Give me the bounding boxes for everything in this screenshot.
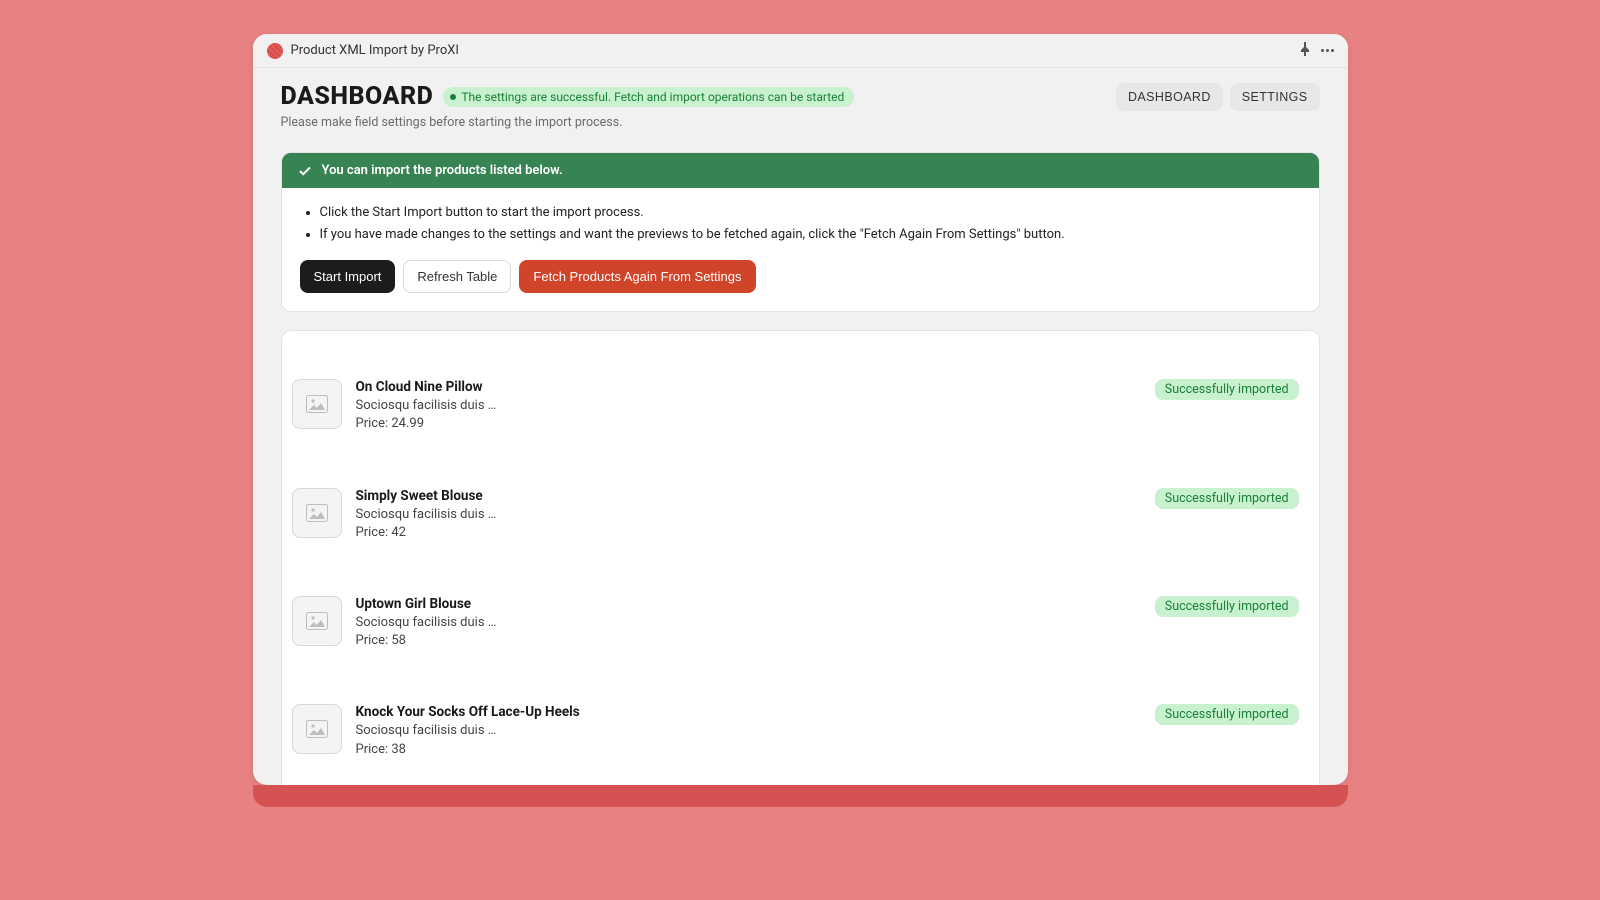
- action-row: Start Import Refresh Table Fetch Product…: [300, 260, 1301, 293]
- product-description: Sociosqu facilisis duis …: [356, 614, 1141, 632]
- status-badge: The settings are successful. Fetch and i…: [443, 87, 854, 107]
- product-info: On Cloud Nine Pillow Sociosqu facilisis d…: [356, 379, 1141, 433]
- product-status-badge: Successfully imported: [1155, 596, 1299, 617]
- image-placeholder-icon: [292, 379, 342, 429]
- product-price: Price: 38: [356, 741, 1141, 759]
- header-row: DASHBOARD The settings are successful. F…: [281, 82, 1320, 111]
- panel-body: Click the Start Import button to start t…: [282, 188, 1319, 311]
- start-import-button[interactable]: Start Import: [300, 260, 396, 293]
- app-name: Product XML Import by ProXI: [291, 43, 1299, 58]
- nav-buttons: DASHBOARD SETTINGS: [1116, 83, 1320, 111]
- product-info: Knock Your Socks Off Lace-Up Heels Socios…: [356, 704, 1141, 758]
- product-row[interactable]: Simply Sweet Blouse Sociosqu facilisis du…: [292, 470, 1309, 560]
- product-row[interactable]: Knock Your Socks Off Lace-Up Heels Socios…: [292, 686, 1309, 776]
- product-price: Price: 42: [356, 524, 1141, 542]
- checkmark-icon: [298, 164, 312, 178]
- product-price: Price: 58: [356, 632, 1141, 650]
- product-status-badge: Successfully imported: [1155, 704, 1299, 725]
- pin-icon[interactable]: [1299, 41, 1311, 60]
- product-description: Sociosqu facilisis duis …: [356, 722, 1141, 740]
- panel-header-text: You can import the products listed below…: [322, 163, 563, 178]
- image-placeholder-icon: [292, 704, 342, 754]
- instruction-item: Click the Start Import button to start t…: [320, 202, 1301, 224]
- product-price: Price: 24.99: [356, 415, 1141, 433]
- nav-settings-button[interactable]: SETTINGS: [1230, 83, 1320, 111]
- panel-header: You can import the products listed below…: [282, 153, 1319, 188]
- product-name: Simply Sweet Blouse: [356, 488, 1141, 504]
- fetch-again-button[interactable]: Fetch Products Again From Settings: [519, 260, 755, 293]
- content-area: DASHBOARD The settings are successful. F…: [253, 68, 1348, 785]
- product-name: Knock Your Socks Off Lace-Up Heels: [356, 704, 1141, 720]
- image-placeholder-icon: [292, 488, 342, 538]
- titlebar: Product XML Import by ProXI: [253, 34, 1348, 68]
- product-status-badge: Successfully imported: [1155, 379, 1299, 400]
- import-panel: You can import the products listed below…: [281, 152, 1320, 312]
- instruction-list: Click the Start Import button to start t…: [300, 202, 1301, 246]
- product-info: Uptown Girl Blouse Sociosqu facilisis dui…: [356, 596, 1141, 650]
- product-name: Uptown Girl Blouse: [356, 596, 1141, 612]
- bottom-accent-bar: [253, 785, 1348, 807]
- nav-dashboard-button[interactable]: DASHBOARD: [1116, 83, 1223, 111]
- more-icon[interactable]: [1321, 49, 1334, 52]
- instruction-item: If you have made changes to the settings…: [320, 224, 1301, 246]
- image-placeholder-icon: [292, 596, 342, 646]
- app-window: Product XML Import by ProXI DASHBOARD Th…: [253, 34, 1348, 785]
- product-info: Simply Sweet Blouse Sociosqu facilisis du…: [356, 488, 1141, 542]
- product-name: On Cloud Nine Pillow: [356, 379, 1141, 395]
- titlebar-actions: [1299, 41, 1334, 60]
- product-status-badge: Successfully imported: [1155, 488, 1299, 509]
- product-description: Sociosqu facilisis duis …: [356, 397, 1141, 415]
- product-row[interactable]: On Cloud Nine Pillow Sociosqu facilisis d…: [292, 361, 1309, 451]
- app-logo-icon: [267, 43, 283, 59]
- product-description: Sociosqu facilisis duis …: [356, 506, 1141, 524]
- product-list: On Cloud Nine Pillow Sociosqu facilisis d…: [281, 330, 1320, 785]
- page-title: DASHBOARD: [281, 82, 434, 111]
- page-subtitle: Please make field settings before starti…: [281, 115, 1320, 130]
- product-row[interactable]: Uptown Girl Blouse Sociosqu facilisis dui…: [292, 578, 1309, 668]
- refresh-table-button[interactable]: Refresh Table: [403, 260, 511, 293]
